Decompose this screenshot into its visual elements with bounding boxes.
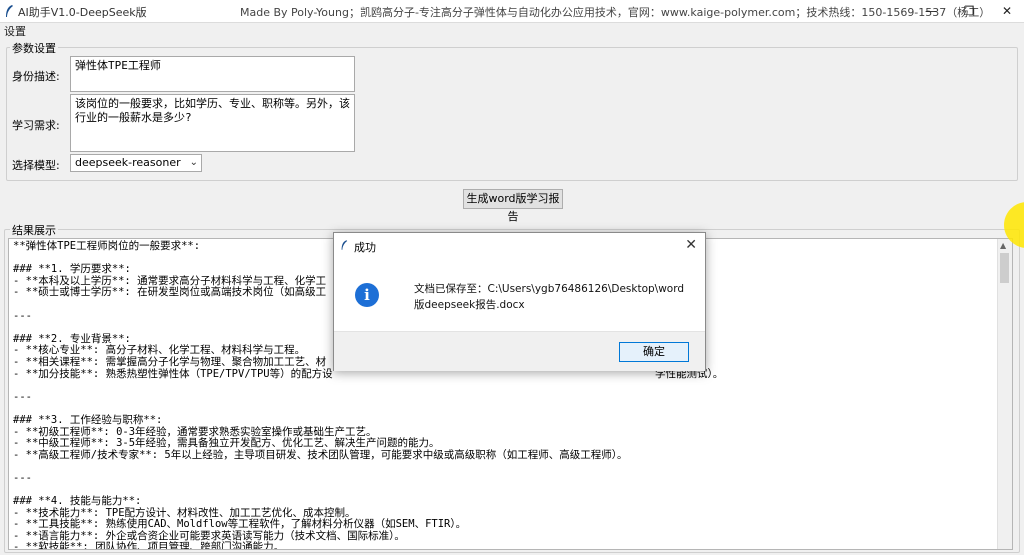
success-dialog: 成功 ✕ i 文档已保存至：C:\Users\ygb76486126\Deskt… xyxy=(333,232,706,371)
results-scrollbar[interactable]: ▲ xyxy=(997,239,1012,549)
learning-input[interactable]: 该岗位的一般要求，比如学历、专业、职称等。另外，该行业的一般薪水是多少? xyxy=(70,94,355,152)
feather-icon xyxy=(6,5,13,17)
scroll-thumb[interactable] xyxy=(1000,253,1009,283)
dialog-message: 文档已保存至：C:\Users\ygb76486126\Desktop\word… xyxy=(414,283,685,311)
dialog-close-icon[interactable]: ✕ xyxy=(685,237,697,253)
chevron-down-icon: ⌄ xyxy=(189,157,198,168)
feather-icon xyxy=(341,240,348,250)
ok-button[interactable]: 确定 xyxy=(619,342,689,362)
dialog-footer: 确定 xyxy=(334,331,705,371)
model-label: 选择模型: xyxy=(12,159,60,172)
identity-label: 身份描述: xyxy=(12,70,60,83)
title-bar: AI助手V1.0-DeepSeek版 Made By Poly-Young；凯鸥… xyxy=(0,0,1024,23)
minimize-button[interactable]: — xyxy=(914,0,948,22)
menu-settings[interactable]: 设置 xyxy=(4,23,26,39)
params-legend: 参数设置 xyxy=(10,40,58,56)
dialog-title: 成功 xyxy=(354,241,376,254)
identity-input[interactable]: 弹性体TPE工程师 xyxy=(70,56,355,92)
results-legend: 结果展示 xyxy=(10,222,58,238)
learning-label: 学习需求: xyxy=(12,119,60,132)
scroll-up-icon[interactable]: ▲ xyxy=(1000,241,1006,250)
generate-report-button[interactable]: 生成word版学习报告 xyxy=(463,189,563,223)
model-select-value: deepseek-reasoner xyxy=(75,156,181,169)
restore-button[interactable]: ❐ xyxy=(952,0,986,22)
model-select[interactable]: deepseek-reasoner ⌄ xyxy=(70,154,202,172)
info-icon: i xyxy=(355,283,379,307)
credit-text: Made By Poly-Young；凯鸥高分子-专注高分子弹性体与自动化办公应… xyxy=(240,6,991,19)
window-title: AI助手V1.0-DeepSeek版 xyxy=(18,6,147,19)
close-button[interactable]: ✕ xyxy=(990,0,1024,22)
